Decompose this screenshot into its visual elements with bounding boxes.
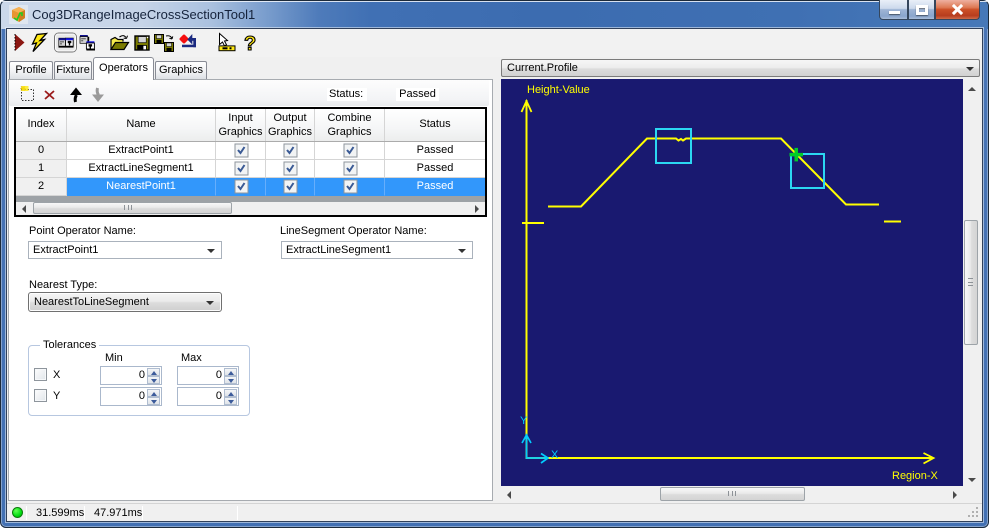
svg-text:?: ? (244, 33, 256, 55)
svg-text:Region-X: Region-X (892, 470, 939, 482)
svg-text:Height-Value: Height-Value (527, 84, 590, 96)
svg-text:X: X (551, 449, 559, 461)
svg-text:Y: Y (520, 415, 528, 427)
